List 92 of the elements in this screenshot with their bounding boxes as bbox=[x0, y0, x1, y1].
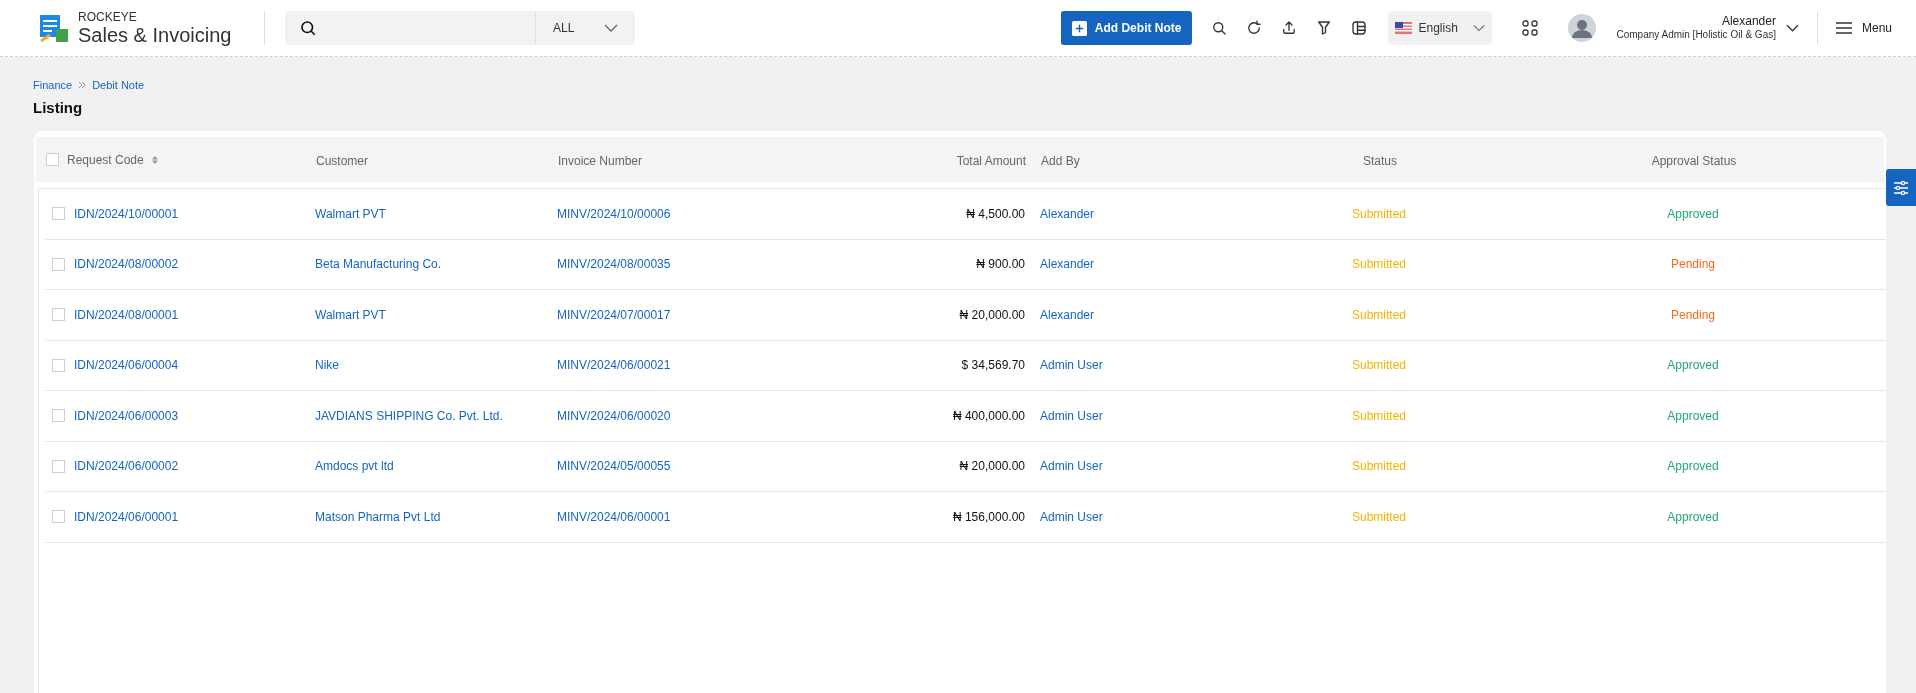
request-code-link[interactable]: IDN/2024/06/00001 bbox=[74, 507, 179, 526]
invoice-number-link[interactable]: MINV/2024/05/00055 bbox=[557, 459, 671, 474]
total-amount: ₦ 156,000.00 bbox=[952, 509, 1025, 524]
add-by-link[interactable]: Alexander bbox=[1040, 307, 1095, 322]
customer-link[interactable]: Matson Pharma Pvt Ltd bbox=[315, 509, 441, 524]
language-dropdown[interactable]: English bbox=[1388, 11, 1493, 45]
brand-label: ROCKEYE bbox=[78, 11, 138, 23]
customer-link[interactable]: Walmart PVT bbox=[315, 206, 386, 221]
row-checkbox[interactable] bbox=[52, 207, 65, 221]
user-role: Company Admin [Holistic Oil & Gas] bbox=[1616, 29, 1776, 42]
breadcrumb-link[interactable]: Debit Note bbox=[92, 77, 145, 94]
status-text: Submitted bbox=[1352, 206, 1406, 221]
row-checkbox[interactable] bbox=[52, 510, 65, 524]
row-checkbox[interactable] bbox=[52, 409, 65, 423]
sort-icon[interactable] bbox=[151, 155, 158, 164]
column-header[interactable]: Request Code bbox=[67, 150, 144, 169]
plus-icon bbox=[1071, 20, 1087, 36]
total-amount: ₦ 400,000.00 bbox=[952, 408, 1025, 423]
approval-status-text: Approved bbox=[1667, 459, 1719, 474]
approval-status-text: Pending bbox=[1670, 257, 1715, 272]
customer-link[interactable]: Beta Manufacturing Co. bbox=[315, 257, 442, 272]
column-header[interactable]: Invoice Number bbox=[558, 153, 643, 168]
invoice-number-link[interactable]: MINV/2024/07/00017 bbox=[557, 307, 671, 322]
approval-status-text: Approved bbox=[1667, 509, 1719, 524]
request-code-link[interactable]: IDN/2024/06/00004 bbox=[74, 356, 179, 375]
status-text: Submitted bbox=[1352, 509, 1406, 524]
columns-icon[interactable] bbox=[1350, 19, 1369, 37]
breadcrumb-link[interactable]: Finance bbox=[33, 77, 73, 94]
approval-status-text: Approved bbox=[1667, 358, 1719, 373]
request-code-link[interactable]: IDN/2024/06/00003 bbox=[74, 406, 179, 425]
search-field[interactable]: ALL bbox=[285, 11, 635, 45]
request-code-link[interactable]: IDN/2024/08/00002 bbox=[74, 255, 179, 274]
select-all-checkbox[interactable] bbox=[46, 153, 59, 166]
request-code-link[interactable]: IDN/2024/06/00002 bbox=[74, 457, 179, 476]
refresh-icon[interactable] bbox=[1245, 19, 1264, 37]
column-header[interactable]: Approval Status bbox=[1651, 153, 1737, 168]
customer-link[interactable]: Walmart PVT bbox=[315, 307, 386, 322]
status-text: Submitted bbox=[1352, 408, 1406, 423]
menu-button[interactable]: Menu bbox=[1835, 19, 1892, 37]
apps-icon[interactable] bbox=[1522, 20, 1539, 36]
row-checkbox[interactable] bbox=[52, 257, 65, 271]
status-text: Submitted bbox=[1352, 459, 1406, 474]
add-by-link[interactable]: Alexander bbox=[1040, 257, 1095, 272]
column-header[interactable]: Add By bbox=[1041, 153, 1080, 168]
app-title: Sales & Invoicing bbox=[78, 25, 232, 45]
avatar-icon[interactable] bbox=[1568, 14, 1597, 42]
add-by-link[interactable]: Admin User bbox=[1040, 459, 1103, 474]
chevron-down-icon bbox=[1473, 24, 1486, 32]
column-header[interactable]: Total Amount bbox=[956, 153, 1026, 168]
customer-link[interactable]: JAVDIANS SHIPPING Co. Pvt. Ltd. bbox=[315, 408, 503, 423]
invoice-number-link[interactable]: MINV/2024/06/00020 bbox=[557, 408, 671, 423]
sliders-icon bbox=[1893, 179, 1909, 196]
customer-link[interactable]: Amdocs pvt ltd bbox=[315, 459, 394, 474]
row-checkbox[interactable] bbox=[52, 459, 65, 473]
add-by-link[interactable]: Admin User bbox=[1040, 509, 1103, 524]
double-chevron-icon bbox=[78, 81, 87, 90]
invoice-number-link[interactable]: MINV/2024/08/00035 bbox=[557, 257, 671, 272]
column-header[interactable]: Customer bbox=[316, 153, 368, 168]
page-title: Listing bbox=[33, 97, 84, 118]
approval-status-text: Pending bbox=[1670, 307, 1715, 322]
filter-settings-button[interactable] bbox=[1886, 169, 1916, 206]
request-code-link[interactable]: IDN/2024/10/00001 bbox=[74, 204, 179, 223]
add-by-link[interactable]: Admin User bbox=[1040, 358, 1103, 373]
total-amount: $ 34,569.70 bbox=[961, 358, 1025, 373]
chevron-down-icon bbox=[604, 23, 618, 33]
flag-icon bbox=[1395, 22, 1413, 34]
row-checkbox[interactable] bbox=[52, 358, 65, 372]
invoice-number-link[interactable]: MINV/2024/10/00006 bbox=[557, 206, 671, 221]
request-code-link[interactable]: IDN/2024/08/00001 bbox=[74, 305, 179, 324]
total-amount: ₦ 20,000.00 bbox=[959, 307, 1025, 322]
status-text: Submitted bbox=[1352, 358, 1406, 373]
total-amount: ₦ 20,000.00 bbox=[959, 459, 1025, 474]
approval-status-text: Approved bbox=[1667, 408, 1719, 423]
row-checkbox[interactable] bbox=[52, 308, 65, 322]
scope-dropdown[interactable]: ALL bbox=[535, 11, 635, 45]
menu-icon bbox=[1835, 22, 1852, 34]
status-text: Submitted bbox=[1352, 307, 1406, 322]
add-debit-note-button[interactable]: Add Debit Note bbox=[1060, 11, 1193, 45]
logo-icon bbox=[38, 12, 70, 44]
add-by-link[interactable]: Admin User bbox=[1040, 408, 1103, 423]
search-icon bbox=[299, 19, 317, 37]
chevron-down-icon[interactable] bbox=[1785, 24, 1799, 32]
total-amount: ₦ 4,500.00 bbox=[966, 206, 1025, 221]
customer-link[interactable]: Nike bbox=[315, 358, 339, 373]
total-amount: ₦ 900.00 bbox=[976, 257, 1025, 272]
column-header[interactable]: Status bbox=[1363, 153, 1397, 168]
invoice-number-link[interactable]: MINV/2024/06/00021 bbox=[557, 358, 671, 373]
add-by-link[interactable]: Alexander bbox=[1040, 206, 1095, 221]
approval-status-text: Approved bbox=[1667, 206, 1719, 221]
invoice-number-link[interactable]: MINV/2024/06/00001 bbox=[557, 509, 671, 524]
status-text: Submitted bbox=[1352, 257, 1406, 272]
user-name: Alexander bbox=[1721, 14, 1776, 30]
